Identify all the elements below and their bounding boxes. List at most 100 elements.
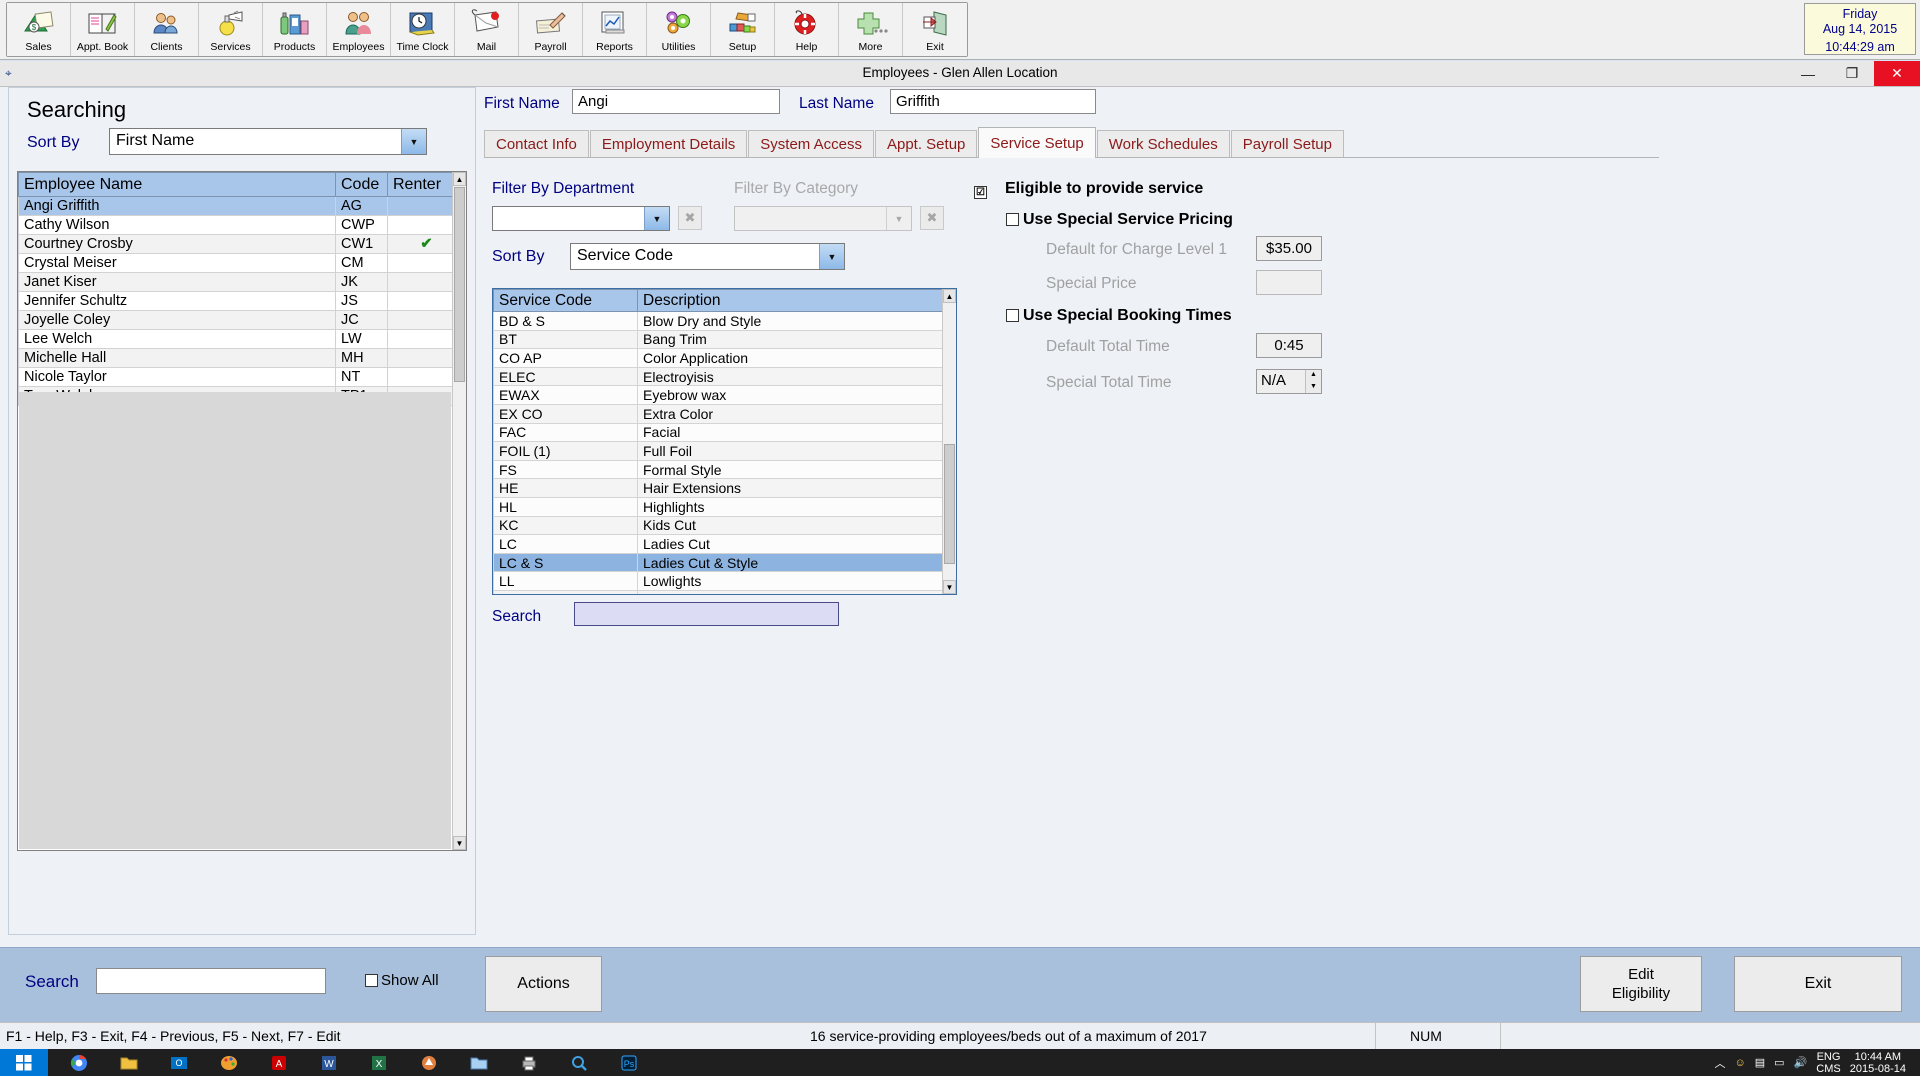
table-row[interactable]: MAKE UPMake Up Application: [494, 590, 956, 595]
table-row[interactable]: LCLadies Cut: [494, 535, 956, 554]
bottom-search-input[interactable]: [96, 968, 326, 994]
table-row[interactable]: CO APColor Application: [494, 349, 956, 368]
toolbar-button-setup[interactable]: Setup: [711, 3, 775, 56]
tab-system-access[interactable]: System Access: [748, 130, 874, 158]
sort-by-dropdown[interactable]: First Name ▼: [109, 128, 427, 155]
special-booking-row[interactable]: Use Special Booking Times: [1006, 307, 1232, 325]
table-row[interactable]: FSFormal Style: [494, 460, 956, 479]
table-row[interactable]: Janet KiserJK: [19, 273, 466, 292]
table-row[interactable]: Cathy WilsonCWP: [19, 216, 466, 235]
spinner-down-icon[interactable]: ▼: [1306, 382, 1321, 394]
toolbar-button-appt-book[interactable]: Appt. Book: [71, 3, 135, 56]
tab-service-setup[interactable]: Service Setup: [978, 127, 1095, 158]
tray-network-icon[interactable]: ▤: [1755, 1056, 1765, 1069]
scroll-down-icon[interactable]: ▼: [453, 836, 466, 850]
exit-button[interactable]: Exit: [1734, 956, 1902, 1012]
close-button[interactable]: ✕: [1874, 61, 1920, 86]
special-pricing-row[interactable]: Use Special Service Pricing: [1006, 211, 1233, 229]
employee-grid-scrollbar[interactable]: ▲ ▼: [452, 172, 466, 850]
table-row[interactable]: LC & SLadies Cut & Style: [494, 553, 956, 572]
table-row[interactable]: BTBang Trim: [494, 330, 956, 349]
toolbar-button-exit[interactable]: Exit: [903, 3, 967, 56]
tab-appt-setup[interactable]: Appt. Setup: [875, 130, 977, 158]
employee-column-header[interactable]: Employee Name: [19, 173, 336, 197]
show-all-checkbox[interactable]: [365, 974, 378, 987]
toolbar-button-mail[interactable]: Mail: [455, 3, 519, 56]
special-booking-checkbox[interactable]: [1006, 309, 1019, 322]
tab-payroll-setup[interactable]: Payroll Setup: [1231, 130, 1344, 158]
table-row[interactable]: HEHair Extensions: [494, 479, 956, 498]
employee-column-header[interactable]: Code: [336, 173, 388, 197]
eligible-checkbox[interactable]: ☑: [974, 186, 987, 199]
toolbar-button-more[interactable]: More: [839, 3, 903, 56]
table-row[interactable]: Michelle HallMH: [19, 349, 466, 368]
table-row[interactable]: BD & SBlow Dry and Style: [494, 312, 956, 331]
chevron-down-icon[interactable]: ▼: [644, 207, 669, 230]
toolbar-button-payroll[interactable]: Payroll: [519, 3, 583, 56]
toolbar-button-time-clock[interactable]: Time Clock: [391, 3, 455, 56]
scrollbar-thumb[interactable]: [944, 444, 955, 564]
table-row[interactable]: LLLowlights: [494, 572, 956, 591]
special-pricing-checkbox[interactable]: [1006, 213, 1019, 226]
service-grid[interactable]: Service CodeDescriptionBD & SBlow Dry an…: [492, 288, 957, 595]
tray-smiley-icon[interactable]: ☺: [1735, 1057, 1746, 1069]
toolbar-button-label: Services: [210, 42, 250, 53]
table-row[interactable]: Lee WelchLW: [19, 330, 466, 349]
maximize-button[interactable]: ❐: [1830, 61, 1874, 86]
table-row[interactable]: EWAXEyebrow wax: [494, 386, 956, 405]
chevron-down-icon[interactable]: ▼: [401, 129, 426, 154]
last-name-input[interactable]: [890, 89, 1096, 114]
tray-clock[interactable]: 10:44 AM 2015-08-14: [1850, 1051, 1906, 1075]
toolbar-button-clients[interactable]: Clients: [135, 3, 199, 56]
table-row[interactable]: Angi GriffithAG: [19, 197, 466, 216]
eligible-to-provide-service-row[interactable]: ☑Eligible to provide service: [974, 180, 1203, 199]
table-row[interactable]: EX COExtra Color: [494, 404, 956, 423]
toolbar-button-reports[interactable]: Reports: [583, 3, 647, 56]
table-row[interactable]: Jennifer SchultzJS: [19, 292, 466, 311]
toolbar-button-services[interactable]: Services: [199, 3, 263, 56]
table-row[interactable]: Courtney CrosbyCW1✔: [19, 235, 466, 254]
table-row[interactable]: Crystal MeiserCM: [19, 254, 466, 273]
scroll-up-icon[interactable]: ▲: [453, 172, 466, 186]
chevron-down-icon[interactable]: ▼: [819, 244, 844, 269]
table-row[interactable]: KCKids Cut: [494, 516, 956, 535]
first-name-input[interactable]: [572, 89, 780, 114]
tab-contact-info[interactable]: Contact Info: [484, 130, 589, 158]
table-row[interactable]: ELECElectroyisis: [494, 367, 956, 386]
edit-eligibility-button[interactable]: Edit Eligibility: [1580, 956, 1702, 1012]
spinner-buttons[interactable]: ▲ ▼: [1305, 370, 1321, 393]
toolbar-button-help[interactable]: Help: [775, 3, 839, 56]
table-row[interactable]: HLHighlights: [494, 497, 956, 516]
toolbar-button-employees[interactable]: Employees: [327, 3, 391, 56]
toolbar-button-sales[interactable]: $Sales: [7, 3, 71, 56]
table-row[interactable]: Nicole TaylorNT: [19, 368, 466, 387]
tray-battery-icon[interactable]: ▭: [1774, 1056, 1784, 1069]
filter-department-dropdown[interactable]: ▼: [492, 206, 670, 231]
scrollbar-thumb[interactable]: [454, 187, 465, 382]
service-column-header[interactable]: Service Code: [494, 290, 638, 312]
toolbar-button-utilities[interactable]: Utilities: [647, 3, 711, 56]
show-all-checkbox-row[interactable]: Show All: [365, 972, 439, 989]
tab-work-schedules[interactable]: Work Schedules: [1097, 130, 1230, 158]
minimize-button[interactable]: —: [1786, 61, 1830, 86]
toolbar-button-products[interactable]: Products: [263, 3, 327, 56]
tray-volume-icon[interactable]: 🔊: [1794, 1056, 1808, 1069]
table-row[interactable]: Joyelle ColeyJC: [19, 311, 466, 330]
actions-button[interactable]: Actions: [485, 956, 602, 1012]
spinner-up-icon[interactable]: ▲: [1306, 370, 1321, 382]
tab-employment-details[interactable]: Employment Details: [590, 130, 747, 158]
service-search-input[interactable]: [574, 602, 839, 626]
start-windows-icon[interactable]: [0, 1049, 48, 1076]
taskbar-photoshop-icon[interactable]: Ps: [598, 1049, 660, 1076]
tray-language-indicator[interactable]: ENG CMS: [1816, 1051, 1840, 1075]
table-row[interactable]: FACFacial: [494, 423, 956, 442]
clear-department-filter-icon[interactable]: ✖: [678, 206, 702, 230]
table-row[interactable]: FOIL (1)Full Foil: [494, 442, 956, 461]
service-column-header[interactable]: Description: [638, 290, 956, 312]
scroll-up-icon[interactable]: ▲: [943, 289, 956, 303]
tray-chevron-up-icon[interactable]: ︿: [1715, 1055, 1726, 1071]
service-sort-by-dropdown[interactable]: Service Code ▼: [570, 243, 845, 270]
scroll-down-icon[interactable]: ▼: [943, 580, 956, 594]
employee-grid[interactable]: Employee NameCodeRenterAngi GriffithAGCa…: [17, 171, 467, 851]
service-grid-scrollbar[interactable]: ▲ ▼: [942, 289, 956, 594]
